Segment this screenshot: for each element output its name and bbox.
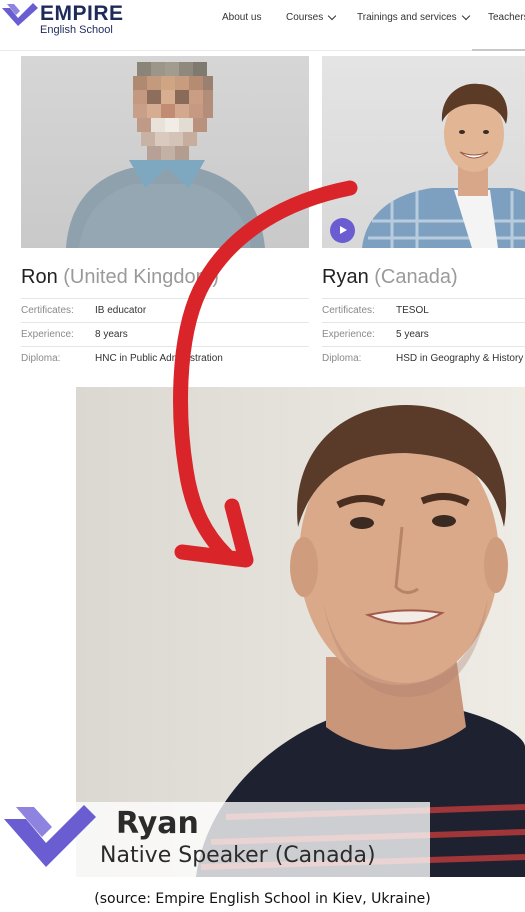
detail-label-diploma: Diploma: — [21, 353, 61, 364]
divider — [21, 322, 309, 323]
nav-label: Courses — [286, 12, 324, 23]
nav-label: About us — [222, 12, 262, 23]
nav-trainings-and-services[interactable]: Trainings and services — [357, 11, 470, 23]
detail-label-certificates: Certificates: — [21, 305, 74, 316]
detail-label-certificates: Certificates: — [322, 305, 375, 316]
nav-about-us[interactable]: About us — [222, 12, 261, 23]
nav-courses[interactable]: Courses — [286, 11, 337, 23]
divider — [322, 298, 525, 299]
source-note: (source: Empire English School in Kiev, … — [94, 891, 431, 907]
detail-value-diploma: HSD in Geography & History — [396, 353, 524, 364]
detail-value-experience: 8 years — [95, 329, 128, 340]
teacher-name-ryan: Ryan (Canada) — [322, 266, 458, 289]
detail-value-diploma: HNC in Public Administration — [95, 353, 223, 364]
detail-label-diploma: Diploma: — [322, 353, 362, 364]
video-caption-name: Ryan — [116, 806, 199, 841]
video-caption-role: Native Speaker (Canada) — [100, 843, 376, 868]
main-nav: About us Courses Trainings and services … — [0, 11, 525, 26]
divider — [21, 298, 309, 299]
detail-label-experience: Experience: — [21, 329, 74, 340]
play-video-button[interactable] — [330, 218, 355, 243]
divider — [21, 346, 309, 347]
teacher-portrait — [66, 62, 265, 248]
nav-label: Trainings and services — [357, 12, 457, 23]
chevron-down-icon — [328, 11, 337, 21]
detail-value-experience: 5 years — [396, 329, 429, 340]
teacher-name-ron: Ron (United Kingdom) — [21, 266, 219, 289]
empire-logo-icon — [4, 805, 96, 867]
site-header: EMPIRE English School About us Courses T… — [0, 0, 525, 51]
teacher-country: (United Kingdom) — [63, 266, 219, 288]
chevron-down-icon — [461, 11, 470, 21]
detail-value-certificates: IB educator — [95, 305, 147, 316]
divider — [322, 322, 525, 323]
nav-teachers[interactable]: Teachers — [488, 12, 525, 23]
pixelated-face — [133, 62, 213, 160]
teacher-photo-ron[interactable] — [21, 56, 309, 248]
teacher-portrait — [362, 83, 525, 248]
divider — [322, 346, 525, 347]
detail-label-experience: Experience: — [322, 329, 375, 340]
teacher-photo-ryan[interactable] — [322, 56, 525, 248]
teacher-name: Ryan — [322, 266, 369, 288]
active-nav-indicator — [472, 49, 525, 51]
detail-value-certificates: TESOL — [396, 305, 429, 316]
teacher-country: (Canada) — [374, 266, 458, 288]
teacher-name: Ron — [21, 266, 58, 288]
nav-label: Teachers — [488, 12, 525, 23]
